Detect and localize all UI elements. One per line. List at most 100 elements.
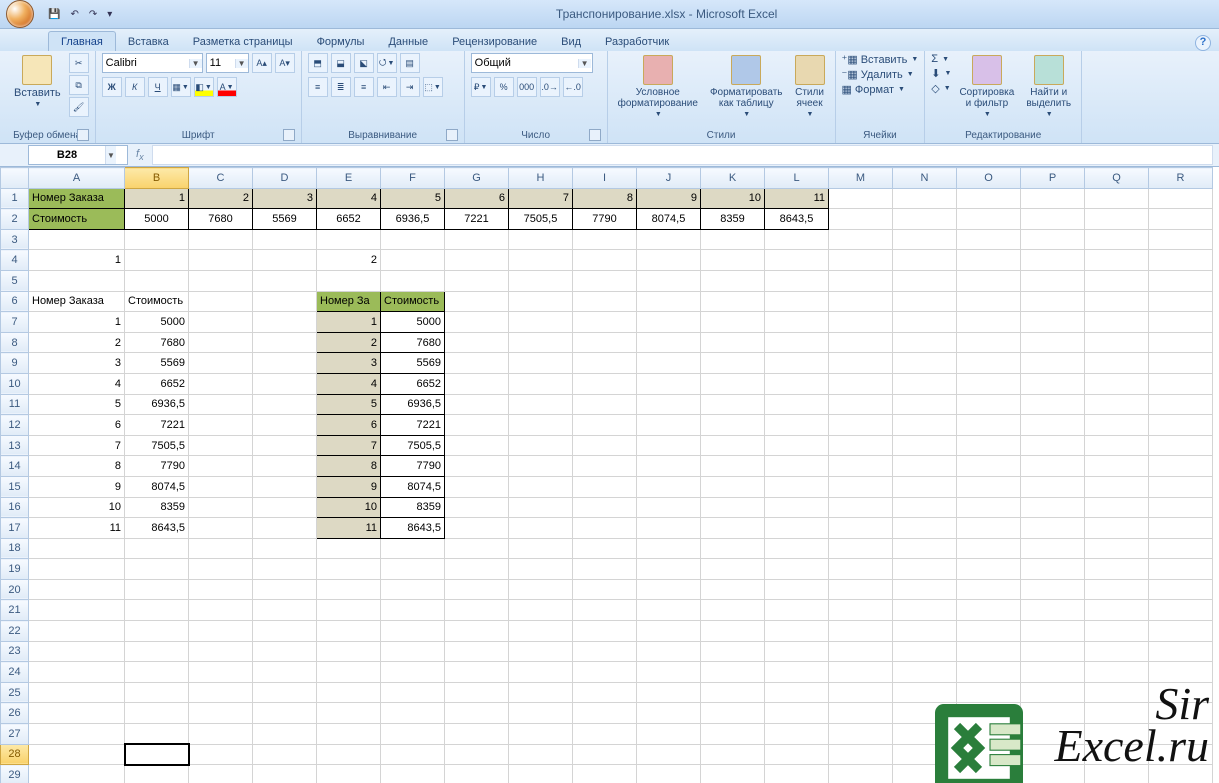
cell-I16[interactable] [573,497,637,518]
cell-M20[interactable] [829,579,893,600]
cell-G8[interactable] [445,332,509,353]
delete-cells-button[interactable]: ⁻▦ Удалить▼ [842,68,914,81]
cell-D23[interactable] [253,641,317,662]
cell-L7[interactable] [765,312,829,333]
cell-D14[interactable] [253,456,317,477]
cell-E16[interactable]: 10 [317,497,381,518]
col-header-I[interactable]: I [573,168,637,189]
cell-F2[interactable]: 6936,5 [381,209,445,230]
cell-M15[interactable] [829,476,893,497]
cell-B25[interactable] [125,682,189,703]
cell-M22[interactable] [829,621,893,642]
cell-H25[interactable] [509,682,573,703]
cell-A1[interactable]: Номер Заказа [29,188,125,209]
cell-K27[interactable] [701,724,765,745]
cell-D12[interactable] [253,415,317,436]
cell-O16[interactable] [957,497,1021,518]
cell-I2[interactable]: 7790 [573,209,637,230]
cell-E26[interactable] [317,703,381,724]
cell-E27[interactable] [317,724,381,745]
shrink-font-button[interactable]: A▾ [275,53,295,73]
bold-button[interactable]: Ж [102,77,122,97]
cell-O24[interactable] [957,662,1021,683]
cell-H4[interactable] [509,250,573,271]
cell-D16[interactable] [253,497,317,518]
cell-D17[interactable] [253,518,317,539]
cell-J10[interactable] [637,373,701,394]
row-header-5[interactable]: 5 [1,270,29,291]
cell-Q12[interactable] [1085,415,1149,436]
cell-B23[interactable] [125,641,189,662]
cell-F26[interactable] [381,703,445,724]
cell-I26[interactable] [573,703,637,724]
cell-E29[interactable] [317,765,381,783]
cell-C29[interactable] [189,765,253,783]
cell-E18[interactable] [317,538,381,559]
cell-F3[interactable] [381,229,445,250]
cell-G16[interactable] [445,497,509,518]
qat-redo[interactable]: ↷ [87,9,99,20]
cell-B7[interactable]: 5000 [125,312,189,333]
col-header-F[interactable]: F [381,168,445,189]
cell-J21[interactable] [637,600,701,621]
cell-K20[interactable] [701,579,765,600]
cell-J3[interactable] [637,229,701,250]
cell-R22[interactable] [1149,621,1213,642]
cell-F6[interactable]: Стоимость [381,291,445,312]
cell-F10[interactable]: 6652 [381,373,445,394]
cell-K7[interactable] [701,312,765,333]
cell-B3[interactable] [125,229,189,250]
cell-A9[interactable]: 3 [29,353,125,374]
cell-D26[interactable] [253,703,317,724]
cell-B1[interactable]: 1 [125,188,189,209]
cell-K5[interactable] [701,270,765,291]
cell-N5[interactable] [893,270,957,291]
cell-H20[interactable] [509,579,573,600]
cell-F22[interactable] [381,621,445,642]
cell-E22[interactable] [317,621,381,642]
cell-G21[interactable] [445,600,509,621]
cell-M13[interactable] [829,435,893,456]
cell-F24[interactable] [381,662,445,683]
sort-filter-button[interactable]: Сортировка и фильтр▼ [955,53,1018,120]
cell-Q11[interactable] [1085,394,1149,415]
cell-D11[interactable] [253,394,317,415]
cell-R17[interactable] [1149,518,1213,539]
cell-H1[interactable]: 7 [509,188,573,209]
comma-button[interactable]: 000 [517,77,537,97]
cell-P1[interactable] [1021,188,1085,209]
cell-R9[interactable] [1149,353,1213,374]
cell-N6[interactable] [893,291,957,312]
select-all-button[interactable] [1,168,29,189]
col-header-B[interactable]: B [125,168,189,189]
tab-developer[interactable]: Разработчик [593,32,681,51]
cell-F27[interactable] [381,724,445,745]
cell-B9[interactable]: 5569 [125,353,189,374]
cell-J6[interactable] [637,291,701,312]
cell-G17[interactable] [445,518,509,539]
cell-E6[interactable]: Номер За [317,291,381,312]
col-header-J[interactable]: J [637,168,701,189]
col-header-Q[interactable]: Q [1085,168,1149,189]
cell-I24[interactable] [573,662,637,683]
cell-C28[interactable] [189,744,253,765]
cell-E3[interactable] [317,229,381,250]
cell-H5[interactable] [509,270,573,291]
cell-Q24[interactable] [1085,662,1149,683]
cell-D13[interactable] [253,435,317,456]
cell-P22[interactable] [1021,621,1085,642]
cell-F11[interactable]: 6936,5 [381,394,445,415]
cell-O15[interactable] [957,476,1021,497]
cell-J4[interactable] [637,250,701,271]
cell-E14[interactable]: 8 [317,456,381,477]
cell-G23[interactable] [445,641,509,662]
cell-I17[interactable] [573,518,637,539]
cell-A28[interactable] [29,744,125,765]
cell-J19[interactable] [637,559,701,580]
cell-K6[interactable] [701,291,765,312]
cell-I21[interactable] [573,600,637,621]
cell-B2[interactable]: 5000 [125,209,189,230]
cell-E8[interactable]: 2 [317,332,381,353]
cell-C17[interactable] [189,518,253,539]
cell-P17[interactable] [1021,518,1085,539]
